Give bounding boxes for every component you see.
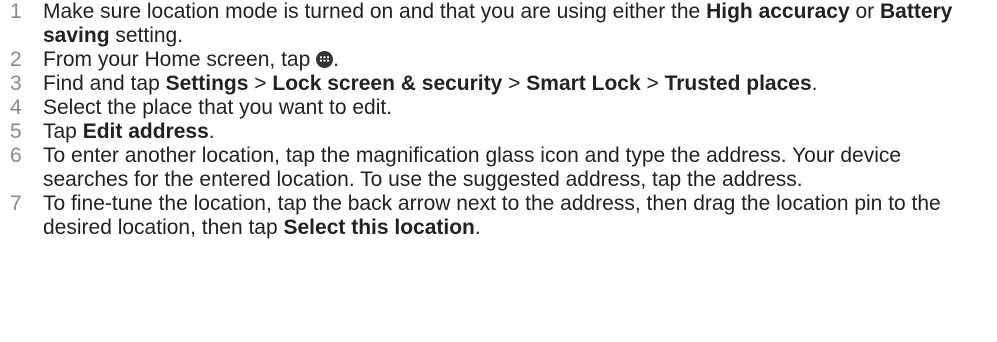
step-4: 4 Select the place that you want to edit… bbox=[0, 96, 997, 120]
menu-trusted-places: Trusted places bbox=[664, 72, 812, 95]
instruction-steps: 1 Make sure location mode is turned on a… bbox=[0, 0, 997, 342]
step-text: From your Home screen, tap . bbox=[43, 48, 339, 71]
select-this-location-label: Select this location bbox=[283, 216, 475, 239]
step-number: 4 bbox=[10, 96, 22, 119]
step-text: Make sure location mode is turned on and… bbox=[43, 0, 953, 47]
step-7: 7 To fine-tune the location, tap the bac… bbox=[0, 192, 997, 240]
step-2: 2 From your Home screen, tap . bbox=[0, 48, 997, 72]
menu-lock-screen-security: Lock screen & security bbox=[272, 72, 503, 95]
step-5: 5 Tap Edit address. bbox=[0, 120, 997, 144]
step-text: To fine-tune the location, tap the back … bbox=[43, 192, 941, 239]
step-text: Tap Edit address. bbox=[43, 120, 215, 143]
step-number: 1 bbox=[10, 0, 22, 23]
step-text: To enter another location, tap the magni… bbox=[43, 144, 902, 191]
step-6: 6 To enter another location, tap the mag… bbox=[0, 144, 997, 192]
apps-grid-icon bbox=[316, 51, 334, 68]
step-3: 3 Find and tap Settings > Lock screen & … bbox=[0, 72, 997, 96]
setting-high-accuracy: High accuracy bbox=[706, 0, 850, 23]
step-number: 7 bbox=[10, 192, 22, 215]
menu-smart-lock: Smart Lock bbox=[526, 72, 641, 95]
step-1: 1 Make sure location mode is turned on a… bbox=[0, 0, 997, 48]
step-number: 2 bbox=[10, 48, 22, 71]
step-number: 5 bbox=[10, 120, 22, 143]
step-number: 6 bbox=[10, 144, 22, 167]
step-text: Find and tap Settings > Lock screen & se… bbox=[43, 72, 818, 95]
edit-address-label: Edit address bbox=[82, 120, 209, 143]
step-number: 3 bbox=[10, 72, 22, 95]
step-text: Select the place that you want to edit. bbox=[43, 96, 393, 119]
menu-settings: Settings bbox=[165, 72, 249, 95]
